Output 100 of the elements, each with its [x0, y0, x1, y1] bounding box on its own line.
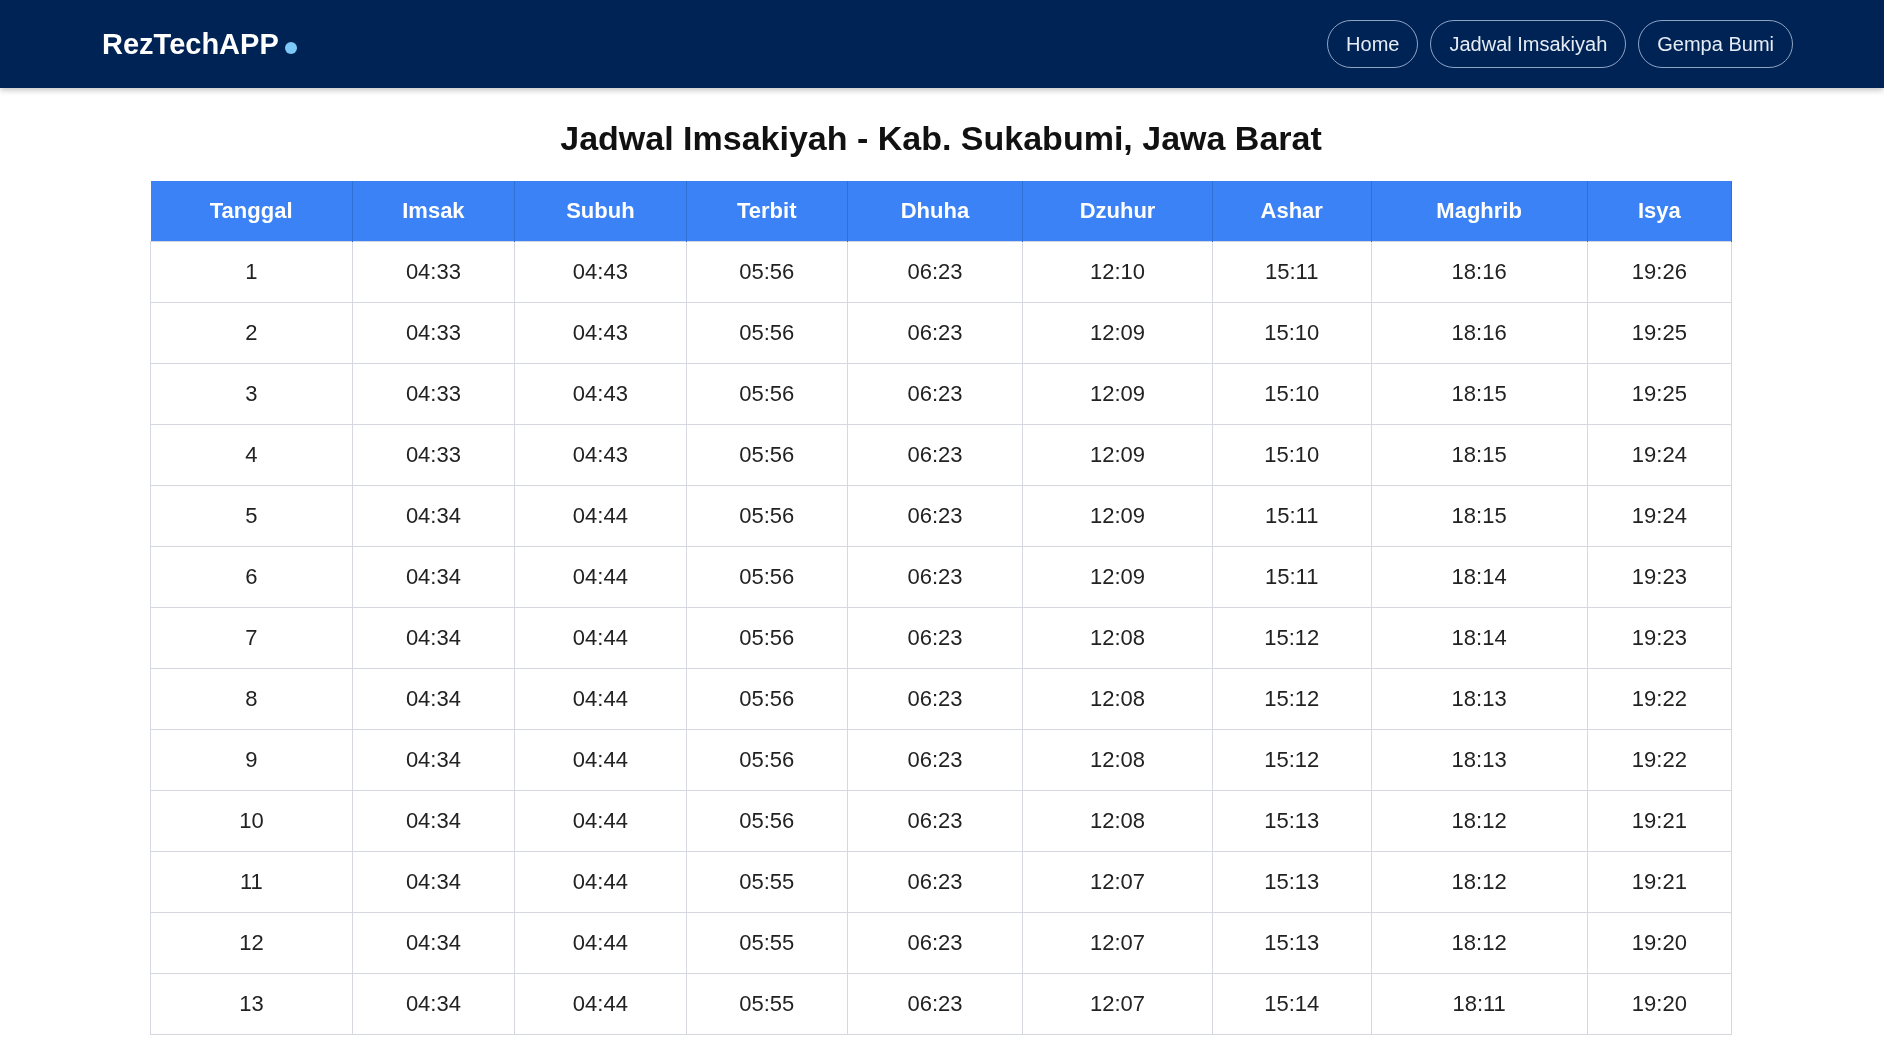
table-cell: 05:56	[686, 607, 848, 669]
table-cell: 04:43	[514, 363, 687, 425]
table-cell: 06:23	[847, 363, 1023, 425]
table-cell: 13	[150, 973, 353, 1035]
table-cell: 04:44	[514, 973, 687, 1035]
table-cell: 06:23	[847, 668, 1023, 730]
table-cell: 12:08	[1022, 607, 1213, 669]
table-cell: 04:43	[514, 241, 687, 303]
table-cell: 04:34	[352, 485, 515, 547]
table-cell: 15:11	[1212, 546, 1372, 608]
table-cell: 05:55	[686, 973, 848, 1035]
table-cell: 19:24	[1587, 485, 1732, 547]
table-cell: 04:44	[514, 485, 687, 547]
table-cell: 04:44	[514, 790, 687, 852]
table-cell: 19:24	[1587, 424, 1732, 486]
table-cell: 18:11	[1371, 973, 1588, 1035]
table-cell: 05:56	[686, 241, 848, 303]
table-cell: 04:34	[352, 912, 515, 974]
table-cell: 19:21	[1587, 790, 1732, 852]
table-cell: 04:34	[352, 729, 515, 791]
table-cell: 04:33	[352, 302, 515, 364]
table-cell: 04:44	[514, 668, 687, 730]
table-cell: 18:14	[1371, 607, 1588, 669]
table-cell: 19:25	[1587, 363, 1732, 425]
column-header: Tanggal	[150, 180, 353, 242]
table-cell: 04:34	[352, 668, 515, 730]
table-cell: 12:10	[1022, 241, 1213, 303]
table-cell: 12:09	[1022, 363, 1213, 425]
table-cell: 04:34	[352, 546, 515, 608]
table-cell: 06:23	[847, 851, 1023, 913]
table-cell: 05:56	[686, 363, 848, 425]
column-header: Terbit	[686, 180, 848, 242]
table-cell: 06:23	[847, 729, 1023, 791]
table-cell: 05:56	[686, 729, 848, 791]
table-cell: 12:09	[1022, 485, 1213, 547]
page-title: Jadwal Imsakiyah - Kab. Sukabumi, Jawa Barat	[559, 118, 1323, 159]
table-cell: 06:23	[847, 424, 1023, 486]
column-header: Maghrib	[1371, 180, 1588, 242]
table-cell: 19:23	[1587, 546, 1732, 608]
brand-logo[interactable]: RezTechAPP	[102, 27, 279, 61]
table-cell: 10	[150, 790, 353, 852]
table-cell: 04:34	[352, 790, 515, 852]
table-cell: 15:10	[1212, 302, 1372, 364]
table-cell: 12:09	[1022, 424, 1213, 486]
table-cell: 06:23	[847, 912, 1023, 974]
table-cell: 15:12	[1212, 729, 1372, 791]
table-cell: 18:12	[1371, 790, 1588, 852]
table-cell: 04:33	[352, 363, 515, 425]
table-cell: 1	[150, 241, 353, 303]
table-cell: 06:23	[847, 973, 1023, 1035]
table-cell: 04:43	[514, 424, 687, 486]
table-cell: 15:13	[1212, 912, 1372, 974]
table-cell: 19:22	[1587, 668, 1732, 730]
table-cell: 18:12	[1371, 851, 1588, 913]
table-cell: 12:08	[1022, 729, 1213, 791]
table-cell: 04:34	[352, 851, 515, 913]
table-cell: 19:25	[1587, 302, 1732, 364]
table-cell: 15:10	[1212, 363, 1372, 425]
table-cell: 19:23	[1587, 607, 1732, 669]
table-cell: 19:20	[1587, 912, 1732, 974]
table-cell: 18:13	[1371, 729, 1588, 791]
table-cell: 06:23	[847, 546, 1023, 608]
table-cell: 12:09	[1022, 546, 1213, 608]
table-cell: 15:12	[1212, 668, 1372, 730]
table-cell: 18:16	[1371, 302, 1588, 364]
table-cell: 15:10	[1212, 424, 1372, 486]
table-cell: 06:23	[847, 302, 1023, 364]
table-cell: 15:14	[1212, 973, 1372, 1035]
table-cell: 7	[150, 607, 353, 669]
table-cell: 15:13	[1212, 851, 1372, 913]
table-cell: 18:16	[1371, 241, 1588, 303]
table-cell: 18:13	[1371, 668, 1588, 730]
table-cell: 6	[150, 546, 353, 608]
table-cell: 8	[150, 668, 353, 730]
table-cell: 06:23	[847, 485, 1023, 547]
table-cell: 05:55	[686, 851, 848, 913]
table-cell: 18:15	[1371, 485, 1588, 547]
table-cell: 05:55	[686, 912, 848, 974]
table-cell: 04:43	[514, 302, 687, 364]
table-cell: 12:08	[1022, 790, 1213, 852]
dot-icon	[284, 42, 297, 54]
table-cell: 05:56	[686, 424, 848, 486]
column-header: Dhuha	[847, 180, 1023, 242]
table-cell: 04:44	[514, 912, 687, 974]
table-cell: 18:15	[1371, 424, 1588, 486]
column-header: Imsak	[352, 180, 515, 242]
table-cell: 5	[150, 485, 353, 547]
column-header: Isya	[1587, 180, 1732, 242]
table-cell: 12:09	[1022, 302, 1213, 364]
table-cell: 06:23	[847, 790, 1023, 852]
table-cell: 04:33	[352, 424, 515, 486]
table-cell: 19:21	[1587, 851, 1732, 913]
table-cell: 2	[150, 302, 353, 364]
table-cell: 05:56	[686, 546, 848, 608]
table-cell: 15:12	[1212, 607, 1372, 669]
table-cell: 4	[150, 424, 353, 486]
table-cell: 15:11	[1212, 485, 1372, 547]
table-cell: 12:08	[1022, 668, 1213, 730]
table-cell: 04:33	[352, 241, 515, 303]
table-cell: 04:44	[514, 546, 687, 608]
